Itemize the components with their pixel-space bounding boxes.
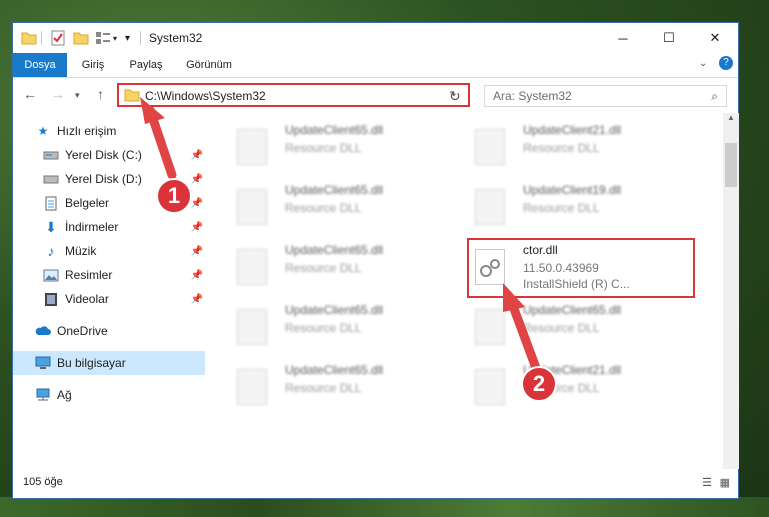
step-marker-1: 1 xyxy=(156,178,192,214)
step-marker-2: 2 xyxy=(521,366,557,402)
annotation-arrows xyxy=(140,97,541,373)
